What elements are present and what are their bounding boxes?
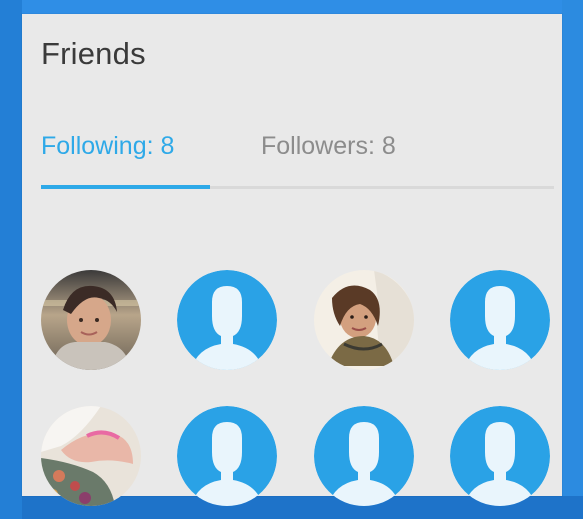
user-photo-avatar xyxy=(314,270,414,370)
background-top xyxy=(0,0,583,14)
avatar-5[interactable] xyxy=(41,406,141,506)
avatar-1[interactable] xyxy=(41,270,141,370)
default-user-icon xyxy=(177,270,277,370)
avatar-2[interactable] xyxy=(177,270,277,370)
default-user-icon xyxy=(450,270,550,370)
panel-title: Friends xyxy=(41,36,146,71)
avatar-8[interactable] xyxy=(450,406,550,506)
default-user-icon xyxy=(314,406,414,506)
tab-followers[interactable]: Followers: 8 xyxy=(261,132,396,181)
default-user-icon xyxy=(450,406,550,506)
avatar-4[interactable] xyxy=(450,270,550,370)
avatar-7[interactable] xyxy=(314,406,414,506)
avatar-6[interactable] xyxy=(177,406,277,506)
active-tab-indicator xyxy=(41,185,210,189)
avatar-3[interactable] xyxy=(314,270,414,370)
default-user-icon xyxy=(177,406,277,506)
background-right xyxy=(562,0,583,519)
user-photo-avatar xyxy=(41,270,141,370)
friends-panel: Friends Following: 8 Followers: 8 xyxy=(22,14,562,506)
tab-following[interactable]: Following: 8 xyxy=(41,132,174,181)
background-left xyxy=(0,0,22,519)
friends-tabs: Following: 8 Followers: 8 xyxy=(41,132,554,190)
user-photo-avatar xyxy=(41,406,141,506)
